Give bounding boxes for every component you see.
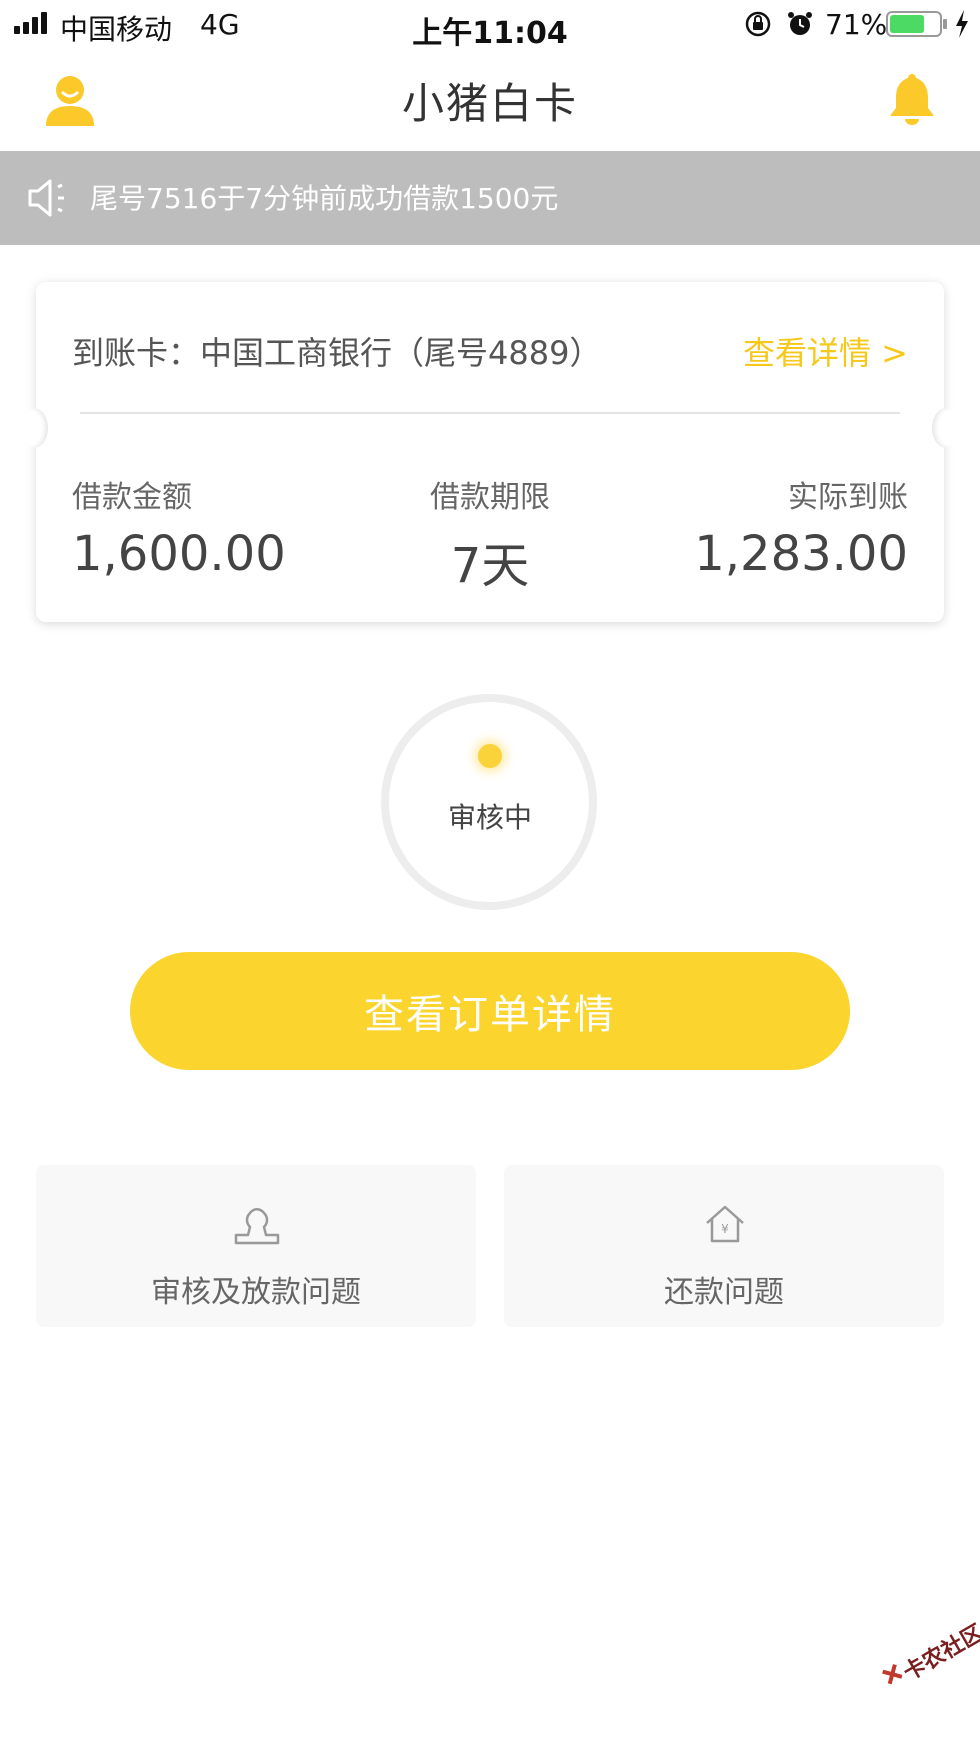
house-yen-icon: ¥: [706, 1205, 744, 1243]
received-amount-label: 实际到账: [788, 480, 908, 515]
card-notch-right: [932, 408, 960, 448]
review-loan-help-tile[interactable]: 审核及放款问题: [36, 1165, 476, 1327]
card-divider: [80, 412, 900, 414]
view-order-details-button[interactable]: 查看订单详情: [130, 952, 850, 1070]
status-indicator-dot: [478, 744, 502, 768]
review-status-text: 审核中: [447, 801, 532, 834]
ticker-message: 尾号7516于7分钟前成功借款1500元: [90, 182, 559, 215]
watermark-text: 卡农社区: [899, 1620, 980, 1687]
review-loan-help-label: 审核及放款问题: [151, 1275, 361, 1310]
announcement-ticker: 尾号7516于7分钟前成功借款1500元: [0, 151, 980, 245]
watermark: 卡农社区: [876, 1609, 980, 1699]
repayment-help-tile[interactable]: ¥ 还款问题: [504, 1165, 944, 1327]
battery-icon: [886, 11, 947, 37]
repayment-help-label: 还款问题: [664, 1275, 784, 1310]
svg-text:¥: ¥: [721, 1222, 729, 1236]
view-details-link[interactable]: 查看详情 >: [743, 328, 908, 374]
card-notch-left: [20, 408, 48, 448]
charging-bolt-icon: [956, 10, 968, 38]
alarm-icon: [788, 12, 812, 35]
receiving-card-label: 到账卡：中国工商银行（尾号4889）: [72, 334, 602, 372]
speaker-icon: [28, 179, 64, 217]
received-amount-value: 1,283.00: [694, 526, 908, 582]
page-title: 小猪白卡: [401, 79, 578, 128]
rotation-lock-icon: [745, 11, 771, 37]
status-bar: 中国移动 4G 上午11:04 71%: [0, 0, 980, 51]
battery-percent: 71%: [825, 8, 888, 41]
notification-bell-icon[interactable]: [888, 72, 936, 126]
loan-summary-card: 到账卡：中国工商银行（尾号4889） 查看详情 > 借款金额 1,600.00 …: [20, 282, 960, 622]
stamp-icon: [234, 1208, 280, 1245]
